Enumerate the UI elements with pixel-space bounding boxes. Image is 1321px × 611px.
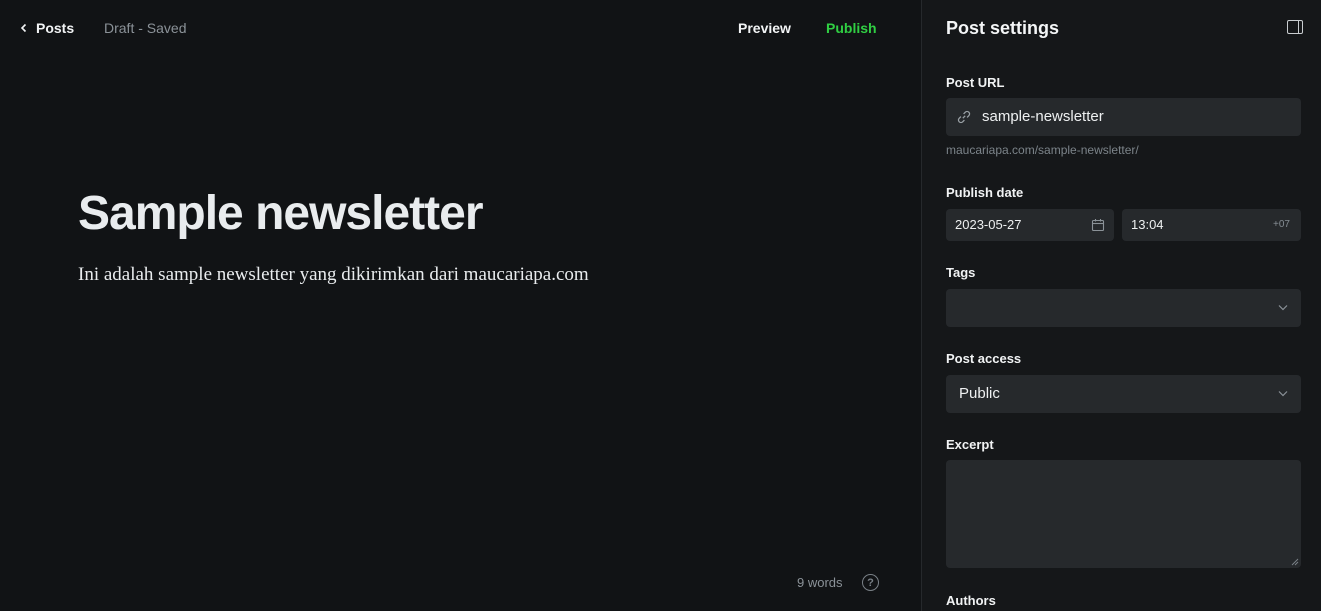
tags-label: Tags (946, 265, 976, 280)
publish-time-input[interactable]: 13:04 +07 (1122, 209, 1301, 241)
publish-date-label: Publish date (946, 185, 1024, 200)
calendar-icon (1091, 219, 1105, 232)
help-icon[interactable]: ? (862, 574, 879, 591)
post-access-select[interactable]: Public (946, 375, 1301, 413)
tags-select[interactable] (946, 289, 1301, 327)
back-to-posts-link[interactable]: Posts (20, 19, 74, 37)
resize-handle-icon[interactable] (1291, 558, 1299, 566)
save-status: Draft - Saved (104, 20, 187, 36)
help-symbol: ? (867, 576, 874, 589)
publish-date-picker[interactable]: 2023-05-27 (946, 209, 1114, 241)
date-value: 2023-05-27 (955, 217, 1022, 232)
post-url-hint: maucariapa.com/sample-newsletter/ (946, 143, 1139, 157)
time-value: 13:04 (1131, 217, 1164, 232)
link-icon (957, 110, 971, 124)
post-body[interactable]: Ini adalah sample newsletter yang dikiri… (78, 264, 589, 286)
excerpt-textarea[interactable] (946, 460, 1301, 568)
post-settings-panel: Post settings Post URL sample-newsletter… (922, 0, 1321, 611)
excerpt-label: Excerpt (946, 437, 994, 452)
authors-label: Authors (946, 593, 996, 608)
post-url-value: sample-newsletter (982, 108, 1104, 125)
preview-button[interactable]: Preview (738, 20, 791, 36)
editor-topbar: Posts Draft - Saved Preview Publish (0, 0, 921, 56)
chevron-down-icon (1278, 391, 1288, 397)
sidebar-toggle-icon[interactable] (1287, 20, 1303, 34)
editor-area: Posts Draft - Saved Preview Publish Samp… (0, 0, 921, 611)
post-title[interactable]: Sample newsletter (78, 186, 483, 241)
post-access-value: Public (959, 385, 1000, 402)
timezone-label: +07 (1273, 219, 1290, 230)
word-count: 9 words (797, 575, 843, 590)
post-url-label: Post URL (946, 75, 1005, 90)
post-url-input[interactable]: sample-newsletter (946, 98, 1301, 136)
post-access-label: Post access (946, 351, 1022, 366)
panel-title: Post settings (946, 18, 1060, 38)
back-link-label: Posts (36, 20, 75, 36)
chevron-left-icon (20, 23, 27, 33)
chevron-down-icon (1278, 305, 1288, 311)
publish-button[interactable]: Publish (826, 20, 877, 36)
